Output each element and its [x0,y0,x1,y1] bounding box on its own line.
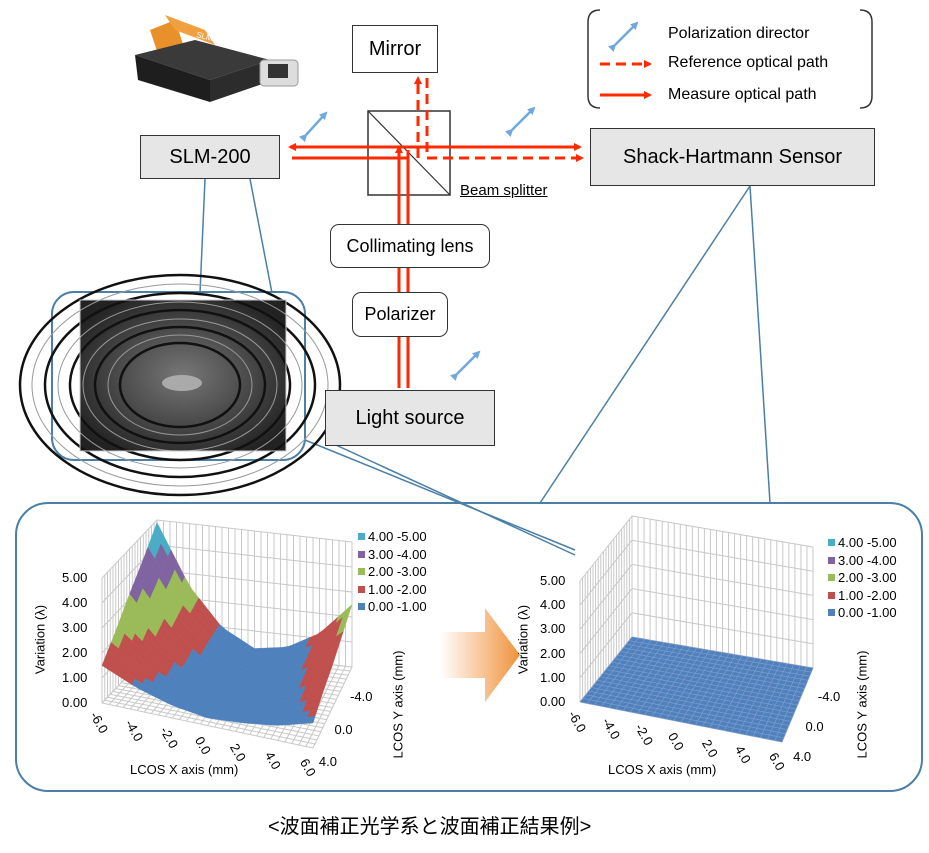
legend-item: 0.00 -1.00 [828,605,897,620]
legend-label: 1.00 -2.00 [368,581,427,597]
z-tick-label: 4.00 [540,597,566,613]
legend-swatch [828,539,835,546]
legend-swatch [828,574,835,581]
slm-device-photo [135,15,299,102]
polarizer-label: Polarizer [364,304,436,324]
legend-label: 1.00 -2.00 [838,587,897,603]
y-tick-label: 0.0 [334,721,353,737]
legend-item: 1.00 -2.00 [828,588,897,603]
collimating-lens-box: Collimating lens [330,224,490,268]
surface-chart-2 [579,515,814,743]
z-tick-label: 2.00 [540,645,566,661]
z-axis-title: Variation (λ) [32,604,48,675]
z-tick-label: 0.00 [62,695,88,710]
x-axis-title: LCOS X axis (mm) [130,762,239,777]
surface-chart-1 [101,519,353,749]
z-tick-label: 0.00 [540,694,566,709]
legend-item: 1.00 -2.00 [358,582,427,597]
y-tick-label: 4.0 [318,753,337,769]
z-tick-label: 5.00 [62,570,88,585]
z-tick-label: 3.00 [62,620,88,635]
mirror-box: Mirror [352,25,438,73]
x-axis-title: LCOS X axis (mm) [608,762,717,777]
y-tick-label: -4.0 [817,689,841,705]
wall-level-gridline [579,515,814,582]
polarizer-box: Polarizer [352,292,448,337]
legend-swatch [358,533,365,540]
z-tick-label: 4.00 [62,595,88,610]
legend-swatch [828,609,835,616]
y-axis-title: LCOS Y axis (mm) [390,650,406,759]
y-axis-title: LCOS Y axis (mm) [854,650,870,759]
wall-level-gridline [579,588,814,654]
wall-level-gridline [579,539,814,606]
legend-label: 3.00 -4.00 [368,546,427,562]
y-tick-label: -4.0 [350,689,373,705]
mirror-label: Mirror [368,37,422,60]
legend-label: 2.00 -3.00 [838,570,897,585]
legend-item: 4.00 -5.00 [358,529,427,544]
legend-item: 3.00 -4.00 [358,547,427,562]
result-arrow-icon [440,608,520,702]
legend-reference-label: Reference optical path [668,54,829,71]
legend-swatch [358,568,365,575]
shack-hartmann-label: Shack-Hartmann Sensor [623,145,842,168]
legend-item: 3.00 -4.00 [828,553,897,568]
figure-caption: <波面補正光学系と波面補正結果例> [268,816,592,838]
slm-label: SLM-200 [169,145,251,168]
z-tick-label: 1.00 [62,670,88,685]
legend-swatch [358,550,365,558]
legend-swatch [828,591,835,599]
z-tick-label: 3.00 [540,621,566,637]
legend-item: 2.00 -3.00 [358,564,427,579]
legend-label: 2.00 -3.00 [368,564,427,579]
legend-label: 0.00 -1.00 [368,599,427,614]
legend-measure-label: Measure optical path [668,86,817,103]
legend-swatch [358,585,365,593]
legend-swatch [358,603,365,610]
legend-item: 4.00 -5.00 [828,535,897,550]
z-tick-label: 1.00 [540,669,566,685]
z-tick-label: 5.00 [540,573,566,588]
slm-box: SLM-200 [140,135,280,179]
collimating-lens-label: Collimating lens [346,235,474,256]
light-source-box: Light source [325,390,495,446]
beam-splitter-label: Beam splitter [460,182,548,199]
legend-label: 4.00 -5.00 [368,529,427,544]
legend-item: 2.00 -3.00 [828,570,897,585]
wall-level-gridline [579,563,814,630]
z-axis-title: Variation (λ) [515,604,531,675]
legend-label: 3.00 -4.00 [838,552,897,568]
light-source-label: Light source [355,406,465,429]
legend-swatch [828,556,835,564]
legend-item: 0.00 -1.00 [358,599,427,614]
shack-hartmann-box: Shack-Hartmann Sensor [590,128,875,186]
legend-label: 0.00 -1.00 [838,605,897,620]
legend-polarization-label: Polarization director [668,25,810,42]
z-tick-label: 2.00 [62,645,88,660]
y-tick-label: 0.0 [805,719,824,734]
y-tick-label: 4.0 [793,748,812,764]
legend-label: 4.00 -5.00 [838,535,897,550]
